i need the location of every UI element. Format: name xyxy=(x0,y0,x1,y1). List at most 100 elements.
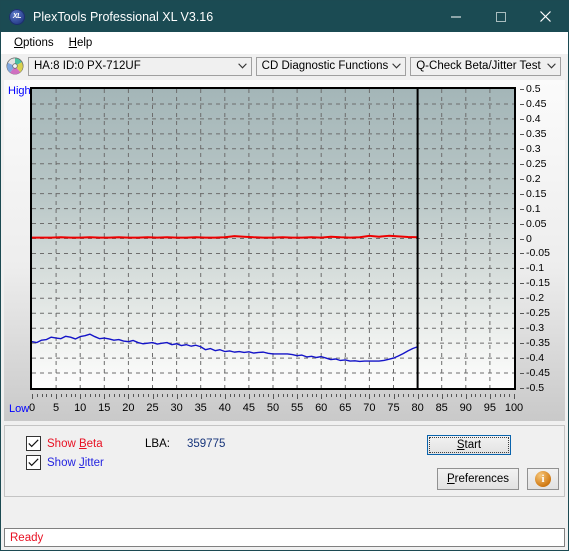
x-axis-tick-label: 95 xyxy=(483,402,497,414)
x-axis-tick-mark xyxy=(456,394,458,397)
y-axis-tick-mark xyxy=(520,89,524,90)
x-axis-tick-mark xyxy=(514,394,515,399)
show-jitter-checkbox[interactable] xyxy=(26,455,41,470)
close-button[interactable] xyxy=(523,1,568,32)
menu-bar: Options Help xyxy=(1,32,568,54)
x-axis-tick-mark xyxy=(273,394,274,399)
x-axis-tick-mark xyxy=(480,394,482,397)
x-axis-tick-label: 25 xyxy=(146,402,159,414)
x-axis-tick-mark xyxy=(244,394,246,397)
x-axis-tick-mark xyxy=(128,394,130,399)
x-axis-tick-mark xyxy=(171,394,173,397)
show-beta-label: Show Beta xyxy=(47,437,103,450)
x-axis-tick-label: 20 xyxy=(122,402,135,414)
drive-select[interactable]: HA:8 ID:0 PX-712UF xyxy=(28,56,252,76)
info-button[interactable]: i xyxy=(527,468,559,490)
menu-item-help[interactable]: Help xyxy=(62,35,101,51)
chart-plot-area[interactable] xyxy=(30,87,516,390)
x-axis-tick-mark xyxy=(191,394,193,397)
x-axis-tick-label: 50 xyxy=(266,402,280,414)
y-axis-tick-mark xyxy=(520,268,524,270)
x-axis-tick-mark xyxy=(494,394,496,397)
x-axis-tick-label: 35 xyxy=(194,402,207,414)
x-axis-tick-mark xyxy=(113,394,115,397)
y-axis-tick-label: 0.2 xyxy=(526,172,541,185)
x-axis-tick-mark xyxy=(509,394,511,397)
y-axis-tick-label: 0 xyxy=(526,232,532,245)
x-axis-tick-mark xyxy=(504,394,506,397)
chart-label-high: High xyxy=(8,85,31,97)
x-axis-tick-mark xyxy=(422,394,424,397)
preferences-button[interactable]: Preferences xyxy=(437,468,519,490)
x-axis-tick-mark xyxy=(109,394,111,397)
start-button[interactable]: Start xyxy=(427,435,511,455)
status-text: Ready xyxy=(10,531,44,544)
x-axis-tick-mark xyxy=(253,394,255,397)
y-axis-tick-mark xyxy=(520,163,524,165)
chevron-down-icon xyxy=(234,63,251,69)
x-axis-tick-mark xyxy=(407,394,409,397)
x-axis-tick-mark xyxy=(89,394,91,397)
x-axis-tick-mark xyxy=(80,394,82,399)
show-beta-checkbox-row[interactable]: Show Beta xyxy=(26,436,103,451)
test-select-value: Q-Check Beta/Jitter Test xyxy=(416,60,541,72)
x-axis-tick-label: 55 xyxy=(290,402,304,414)
x-axis-tick-mark xyxy=(46,394,48,397)
minimize-icon xyxy=(450,16,461,17)
chart-panel: High Low 0.5 0.45 0.4 0.35 0.3 0.25 0.2 0.15 0.1… xyxy=(4,80,565,421)
x-axis-tick-mark xyxy=(398,394,400,397)
toolbar: HA:8 ID:0 PX-712UF CD Diagnostic Functio… xyxy=(1,54,568,78)
x-axis-tick-mark xyxy=(388,394,390,397)
x-axis-tick-mark xyxy=(316,394,318,397)
x-axis-tick-mark xyxy=(268,394,270,397)
y-axis-tick-label: 0.1 xyxy=(526,202,541,215)
x-axis-tick-mark xyxy=(350,394,352,397)
x-axis-tick-mark xyxy=(157,394,159,397)
x-axis-tick-label: 45 xyxy=(242,402,256,414)
minimize-button[interactable] xyxy=(433,1,478,32)
y-axis-tick-mark xyxy=(520,388,524,389)
x-axis-tick-mark xyxy=(499,394,501,397)
x-axis-tick-mark xyxy=(470,394,472,397)
x-axis-tick-mark xyxy=(306,394,308,397)
checkmark-icon xyxy=(28,439,39,448)
y-axis-tick-label: 0.15 xyxy=(526,187,547,200)
x-axis-tick-mark xyxy=(379,394,381,397)
y-axis-tick-label: 0.4 xyxy=(526,112,541,125)
x-axis-tick-mark xyxy=(485,394,487,397)
x-axis-tick-label: 65 xyxy=(339,402,352,414)
x-axis-tick-label: 80 xyxy=(411,402,424,414)
x-axis-tick-mark xyxy=(326,394,328,397)
x-axis-tick-mark xyxy=(436,394,438,397)
y-axis-tick-label: -0.1 xyxy=(526,262,545,275)
show-jitter-checkbox-row[interactable]: Show Jitter xyxy=(26,455,104,470)
x-axis-tick-mark xyxy=(446,394,448,397)
function-select[interactable]: CD Diagnostic Functions xyxy=(255,56,407,76)
x-axis-tick-mark xyxy=(99,394,101,397)
title-bar: XL PlexTools Professional XL V3.16 xyxy=(1,1,568,32)
y-axis-tick-label: 0.3 xyxy=(526,142,541,155)
x-axis-tick-mark xyxy=(441,394,443,399)
x-axis-tick-label: 30 xyxy=(170,402,183,414)
test-select[interactable]: Q-Check Beta/Jitter Test xyxy=(410,56,561,76)
close-icon xyxy=(540,11,551,22)
menu-item-options[interactable]: Options xyxy=(7,35,62,51)
show-jitter-label: Show Jitter xyxy=(47,456,104,469)
y-axis-tick-mark xyxy=(520,208,524,210)
x-axis-tick-mark xyxy=(475,394,477,397)
y-axis-tick-mark xyxy=(520,178,524,180)
y-axis-tick-mark xyxy=(520,223,524,225)
x-axis-tick-mark xyxy=(489,394,491,399)
maximize-button[interactable] xyxy=(478,1,523,32)
y-axis-tick-mark xyxy=(520,358,524,360)
x-axis-tick-label: 85 xyxy=(435,402,448,414)
y-axis-tick-mark xyxy=(520,328,524,330)
show-beta-checkbox[interactable] xyxy=(26,436,41,451)
x-axis-tick-mark xyxy=(147,394,149,397)
x-axis-tick-mark xyxy=(210,394,212,397)
x-axis-tick-mark xyxy=(142,394,144,397)
x-axis-tick-mark xyxy=(152,394,154,399)
x-axis-tick-mark xyxy=(229,394,231,397)
x-axis-tick-mark xyxy=(41,394,43,397)
window-title: PlexTools Professional XL V3.16 xyxy=(33,9,214,24)
